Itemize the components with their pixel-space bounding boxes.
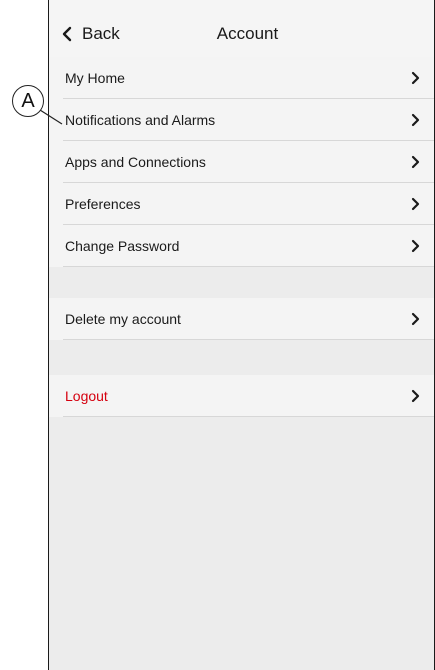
delete-account-button[interactable]: Delete my account: [49, 298, 434, 340]
chevron-right-icon: [411, 389, 420, 403]
menu-item-my-home[interactable]: My Home: [49, 57, 434, 99]
chevron-right-icon: [411, 71, 420, 85]
menu-item-preferences[interactable]: Preferences: [49, 183, 434, 225]
logout-label: Logout: [65, 388, 108, 404]
delete-account-group: Delete my account: [49, 298, 434, 340]
chevron-right-icon: [411, 197, 420, 211]
menu-item-label: My Home: [65, 70, 125, 86]
section-spacer: [49, 340, 434, 375]
menu-item-change-password[interactable]: Change Password: [49, 225, 434, 267]
chevron-right-icon: [411, 239, 420, 253]
delete-account-label: Delete my account: [65, 311, 181, 327]
phone-screen: Back Account My Home Notifications and A…: [48, 0, 435, 670]
settings-group: My Home Notifications and Alarms Apps an…: [49, 57, 434, 267]
annotation-callout-a: A: [12, 85, 44, 117]
header-bar: Back Account: [49, 0, 434, 57]
chevron-right-icon: [411, 155, 420, 169]
chevron-right-icon: [411, 113, 420, 127]
logout-button[interactable]: Logout: [49, 375, 434, 417]
menu-item-label: Preferences: [65, 196, 141, 212]
annotation-callout-label: A: [21, 90, 35, 112]
chevron-right-icon: [411, 312, 420, 326]
page-title: Account: [216, 24, 279, 43]
menu-item-label: Apps and Connections: [65, 154, 206, 170]
menu-item-label: Notifications and Alarms: [65, 112, 216, 128]
menu-item-apps-and-connections[interactable]: Apps and Connections: [49, 141, 434, 183]
menu-item-notifications-and-alarms[interactable]: Notifications and Alarms: [49, 99, 434, 141]
logout-group: Logout: [49, 375, 434, 417]
menu-item-label: Change Password: [65, 238, 180, 254]
section-spacer: [49, 267, 434, 298]
